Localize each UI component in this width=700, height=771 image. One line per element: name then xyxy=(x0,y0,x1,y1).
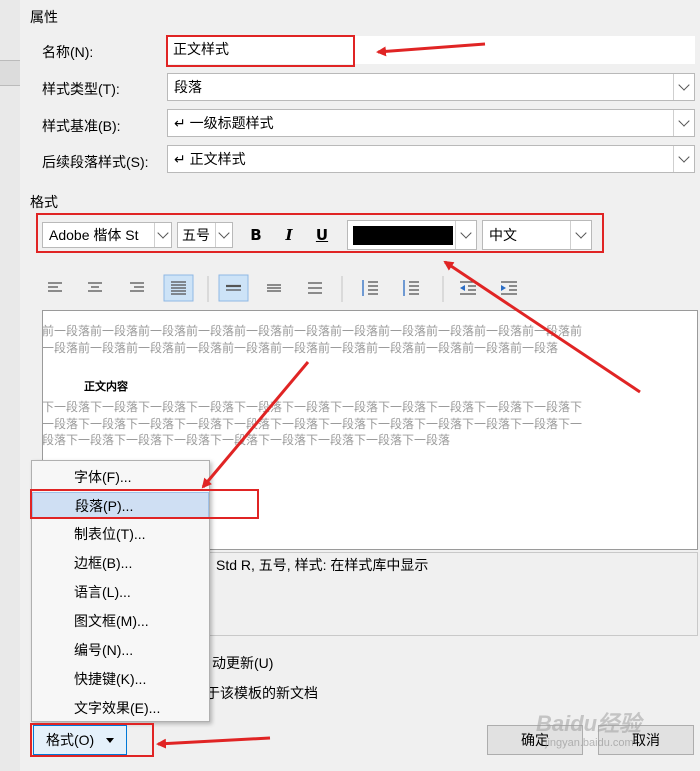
arrow-to-name xyxy=(376,42,486,57)
arrow-to-format-button xyxy=(156,736,271,749)
arrow-to-format-bar xyxy=(443,260,641,394)
arrow-to-paragraph xyxy=(201,361,310,489)
annotation-arrows xyxy=(156,42,641,749)
